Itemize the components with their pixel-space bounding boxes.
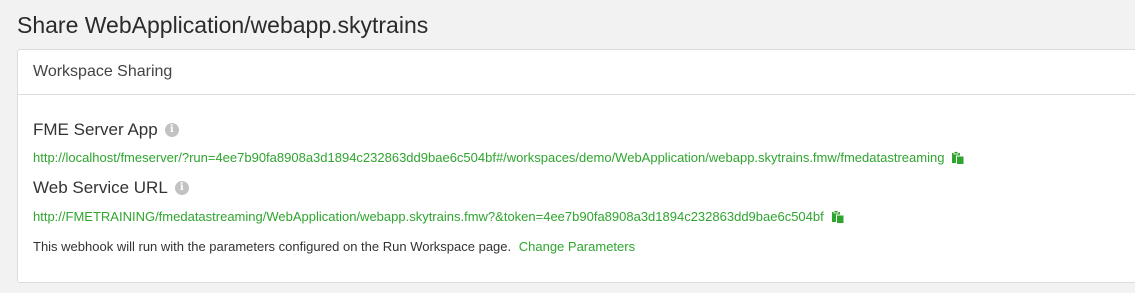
copy-icon[interactable] (951, 151, 965, 165)
fme-server-app-url-row: http://localhost/fmeserver/?run=4ee7b90f… (33, 150, 965, 166)
web-service-url-section: Web Service URL i (33, 178, 189, 198)
info-icon[interactable]: i (164, 123, 179, 137)
copy-icon[interactable] (831, 210, 845, 224)
change-parameters-link[interactable]: Change Parameters (519, 239, 635, 254)
webhook-note-text: This webhook will run with the parameter… (33, 239, 512, 254)
fme-server-app-label: FME Server App (33, 120, 158, 139)
workspace-sharing-panel: Workspace Sharing FME Server App i http:… (17, 49, 1135, 283)
panel-header: Workspace Sharing (18, 50, 1135, 95)
fme-server-app-section: FME Server App i (33, 120, 179, 140)
web-service-url[interactable]: http://FMETRAINING/fmedatastreaming/WebA… (33, 209, 824, 225)
fme-server-app-url[interactable]: http://localhost/fmeserver/?run=4ee7b90f… (33, 150, 944, 166)
page-title: Share WebApplication/webapp.skytrains (17, 12, 429, 38)
webhook-note: This webhook will run with the parameter… (33, 239, 635, 255)
web-service-url-row: http://FMETRAINING/fmedatastreaming/WebA… (33, 209, 845, 225)
web-service-url-label: Web Service URL (33, 178, 168, 197)
info-icon[interactable]: i (174, 181, 189, 195)
panel-title: Workspace Sharing (33, 63, 173, 80)
